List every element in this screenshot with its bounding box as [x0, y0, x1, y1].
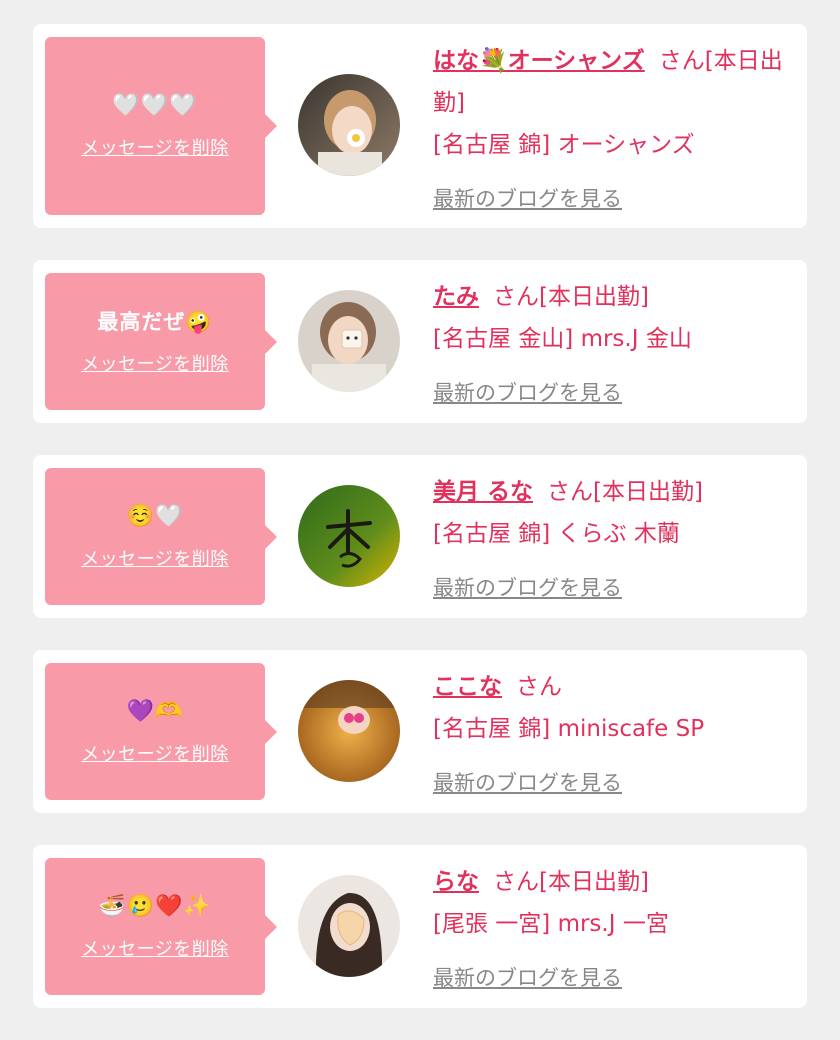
cast-avatar[interactable] [298, 485, 400, 587]
honorific: さん [658, 48, 705, 74]
shop-name: [名古屋 錦] miniscafe SP [433, 716, 705, 742]
cast-info: たみ さん[本日出勤] [名古屋 金山] mrs.J 金山 最新のブログを見る [433, 276, 789, 414]
delete-message-link[interactable]: メッセージを削除 [81, 935, 229, 961]
honorific: さん [493, 284, 539, 310]
cast-avatar[interactable] [298, 74, 400, 176]
favorite-cast-list: 🤍🤍🤍 メッセージを削除 はな💐オーシャンズ さん[本日出勤] [名古屋 錦] … [33, 24, 807, 1040]
honorific: さん [547, 479, 594, 505]
message-text: 💜🫶 [126, 698, 184, 724]
cast-info: 美月 るな さん[本日出勤] [名古屋 錦] くらぶ 木蘭 最新のブログを見る [433, 471, 789, 609]
status-badge: [本日出勤] [593, 479, 703, 505]
cast-card: 最高だぜ🤪 メッセージを削除 たみ さん[本日出勤] [名古屋 金山] mrs.J… [33, 260, 807, 423]
status-badge: [本日出勤] [539, 284, 649, 310]
cast-info: ここな さん [名古屋 錦] miniscafe SP 最新のブログを見る [433, 666, 789, 804]
cast-info: らな さん[本日出勤] [尾張 一宮] mrs.J 一宮 最新のブログを見る [433, 861, 789, 999]
cast-name-link[interactable]: ここな [433, 674, 502, 700]
latest-blog-link[interactable]: 最新のブログを見る [433, 178, 622, 220]
message-bubble: ☺️🤍 メッセージを削除 [45, 468, 277, 605]
cast-name-link[interactable]: 美月 るな [433, 479, 533, 505]
delete-message-link[interactable]: メッセージを削除 [81, 740, 229, 766]
message-bubble: 🤍🤍🤍 メッセージを削除 [45, 37, 277, 215]
latest-blog-link[interactable]: 最新のブログを見る [433, 567, 622, 609]
cast-name-link[interactable]: はな💐オーシャンズ [433, 48, 645, 74]
message-text: 🤍🤍🤍 [112, 93, 198, 118]
status-badge: [本日出勤] [539, 869, 649, 895]
cast-avatar[interactable] [298, 290, 400, 392]
cast-avatar[interactable] [298, 875, 400, 977]
delete-message-link[interactable]: メッセージを削除 [81, 545, 229, 571]
cast-card: ☺️🤍 メッセージを削除 美月 るな さん[本日出勤] [名古屋 錦] くらぶ … [33, 455, 807, 618]
cast-avatar[interactable] [298, 680, 400, 782]
cast-card: 💜🫶 メッセージを削除 ここな さん [名古屋 錦] miniscafe SP … [33, 650, 807, 813]
shop-name: [名古屋 錦] オーシャンズ [433, 132, 695, 158]
shop-name: [名古屋 金山] mrs.J 金山 [433, 326, 692, 352]
cast-info: はな💐オーシャンズ さん[本日出勤] [名古屋 錦] オーシャンズ 最新のブログを… [433, 40, 789, 220]
cast-name-link[interactable]: らな [433, 869, 479, 895]
cast-card: 🤍🤍🤍 メッセージを削除 はな💐オーシャンズ さん[本日出勤] [名古屋 錦] … [33, 24, 807, 228]
message-text: 最高だぜ🤪 [97, 309, 213, 334]
message-bubble: 💜🫶 メッセージを削除 [45, 663, 277, 800]
latest-blog-link[interactable]: 最新のブログを見る [433, 957, 622, 999]
message-bubble: 🍜🥲❤️✨ メッセージを削除 [45, 858, 277, 995]
message-text: ☺️🤍 [126, 503, 184, 529]
message-bubble: 最高だぜ🤪 メッセージを削除 [45, 273, 277, 410]
delete-message-link[interactable]: メッセージを削除 [81, 134, 229, 160]
honorific: さん [493, 869, 539, 895]
shop-name: [名古屋 錦] くらぶ 木蘭 [433, 521, 680, 547]
latest-blog-link[interactable]: 最新のブログを見る [433, 762, 622, 804]
delete-message-link[interactable]: メッセージを削除 [81, 350, 229, 376]
honorific: さん [516, 674, 562, 700]
message-text: 🍜🥲❤️✨ [98, 893, 212, 919]
latest-blog-link[interactable]: 最新のブログを見る [433, 372, 622, 414]
cast-name-link[interactable]: たみ [433, 284, 479, 310]
cast-card: 🍜🥲❤️✨ メッセージを削除 らな さん[本日出勤] [尾張 一宮] mrs.J … [33, 845, 807, 1008]
shop-name: [尾張 一宮] mrs.J 一宮 [433, 911, 669, 937]
